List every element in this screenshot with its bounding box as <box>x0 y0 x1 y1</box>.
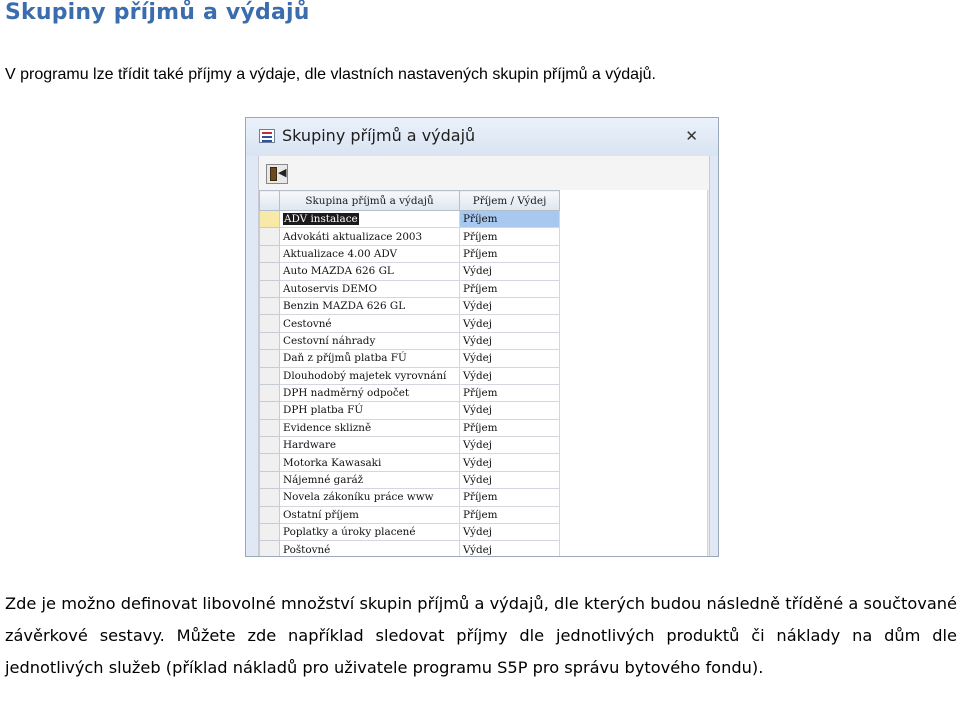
group-name-cell[interactable]: Motorka Kawasaki <box>279 453 460 472</box>
row-selector[interactable] <box>259 505 280 525</box>
screenshot-window: Skupiny příjmů a výdajů ✕ ◀ Skupina příj… <box>245 117 719 557</box>
row-selector[interactable] <box>259 296 280 316</box>
type-cell[interactable]: Příjem <box>459 244 560 264</box>
row-selector[interactable] <box>259 470 280 490</box>
row-selector[interactable] <box>259 523 280 542</box>
type-cell[interactable]: Výdej <box>459 296 560 316</box>
table-row[interactable]: DPH nadměrný odpočet Příjem <box>259 383 560 403</box>
table-row[interactable]: Cestovné Výdej <box>259 314 560 333</box>
row-selector[interactable] <box>259 366 280 385</box>
table-row[interactable]: DPH platba FÚ Výdej <box>259 401 560 420</box>
row-selector[interactable] <box>259 418 280 438</box>
row-selector[interactable] <box>259 227 280 246</box>
group-name-cell[interactable]: Evidence sklizně <box>279 418 460 438</box>
table-row[interactable]: Hardware Výdej <box>259 436 560 455</box>
group-name-cell[interactable]: Novela zákoníku práce www <box>279 488 460 507</box>
group-name-cell[interactable]: Benzin MAZDA 626 GL <box>279 296 460 316</box>
table-row[interactable]: ADV instalace Příjem <box>259 209 560 229</box>
table-row[interactable]: Poštovné Výdej <box>259 540 560 556</box>
table-row[interactable]: Advokáti aktualizace 2003 Příjem <box>259 227 560 246</box>
table-row[interactable]: Dlouhodobý majetek vyrovnání Výdej <box>259 366 560 385</box>
group-name-cell[interactable]: Autoservis DEMO <box>279 279 460 298</box>
type-cell[interactable]: Příjem <box>459 209 560 229</box>
type-cell[interactable]: Výdej <box>459 540 560 556</box>
type-cell[interactable]: Příjem <box>459 279 560 298</box>
group-name-cell[interactable]: Aktualizace 4.00 ADV <box>279 244 460 264</box>
exit-door-icon[interactable]: ◀ <box>266 164 288 184</box>
table-row[interactable]: Nájemné garáž Výdej <box>259 470 560 490</box>
group-name-cell[interactable]: DPH platba FÚ <box>279 401 460 420</box>
row-selector[interactable] <box>259 314 280 333</box>
row-selector[interactable] <box>259 349 280 368</box>
type-cell[interactable]: Výdej <box>459 262 560 281</box>
toolbar: ◀ <box>258 156 710 190</box>
group-name-cell[interactable]: ADV instalace <box>279 209 460 229</box>
select-all-cell[interactable] <box>259 190 280 211</box>
type-cell[interactable]: Výdej <box>459 331 560 351</box>
table-row[interactable]: Auto MAZDA 626 GL Výdej <box>259 262 560 281</box>
row-selector[interactable] <box>259 488 280 507</box>
column-header-type[interactable]: Příjem / Výdej <box>459 190 560 211</box>
group-name-cell[interactable]: Hardware <box>279 436 460 455</box>
table-row[interactable]: Ostatní příjem Příjem <box>259 505 560 525</box>
group-name-cell[interactable]: Poplatky a úroky placené <box>279 523 460 542</box>
type-cell[interactable]: Příjem <box>459 227 560 246</box>
vertical-scrollbar[interactable] <box>707 190 709 556</box>
column-header-group[interactable]: Skupina příjmů a výdajů <box>279 190 460 211</box>
table-row[interactable]: Cestovní náhrady Výdej <box>259 331 560 351</box>
row-selector[interactable] <box>259 244 280 264</box>
group-name-cell[interactable]: Dlouhodobý majetek vyrovnání <box>279 366 460 385</box>
row-selector[interactable] <box>259 540 280 556</box>
type-cell[interactable]: Výdej <box>459 436 560 455</box>
table-row[interactable]: Aktualizace 4.00 ADV Příjem <box>259 244 560 264</box>
group-name-cell[interactable]: Cestovní náhrady <box>279 331 460 351</box>
group-name-cell[interactable]: Advokáti aktualizace 2003 <box>279 227 460 246</box>
group-name-cell[interactable]: Nájemné garáž <box>279 470 460 490</box>
type-cell[interactable]: Příjem <box>459 488 560 507</box>
page-heading: Skupiny příjmů a výdajů <box>5 0 310 25</box>
table-row[interactable]: Autoservis DEMO Příjem <box>259 279 560 298</box>
row-selector[interactable] <box>259 209 280 229</box>
group-name-cell[interactable]: DPH nadměrný odpočet <box>279 383 460 403</box>
groups-table: Skupina příjmů a výdajů Příjem / Výdej A… <box>259 190 560 556</box>
datasheet: Skupina příjmů a výdajů Příjem / Výdej A… <box>258 190 710 556</box>
row-selector[interactable] <box>259 279 280 298</box>
body-paragraph: Zde je možno definovat libovolné množstv… <box>5 594 957 677</box>
group-name-cell[interactable]: Cestovné <box>279 314 460 333</box>
type-cell[interactable]: Příjem <box>459 383 560 403</box>
window-title: Skupiny příjmů a výdajů <box>282 126 476 145</box>
group-name-cell[interactable]: Ostatní příjem <box>279 505 460 525</box>
table-row[interactable]: Motorka Kawasaki Výdej <box>259 453 560 472</box>
row-selector[interactable] <box>259 331 280 351</box>
type-cell[interactable]: Výdej <box>459 314 560 333</box>
table-row[interactable]: Poplatky a úroky placené Výdej <box>259 523 560 542</box>
table-row[interactable]: Evidence sklizně Příjem <box>259 418 560 438</box>
form-icon <box>259 129 275 143</box>
row-selector[interactable] <box>259 383 280 403</box>
group-name-cell[interactable]: Auto MAZDA 626 GL <box>279 262 460 281</box>
row-selector[interactable] <box>259 401 280 420</box>
row-selector[interactable] <box>259 453 280 472</box>
table-row[interactable]: Novela zákoníku práce www Příjem <box>259 488 560 507</box>
type-cell[interactable]: Výdej <box>459 453 560 472</box>
table-header: Skupina příjmů a výdajů Příjem / Výdej <box>259 190 560 211</box>
type-cell[interactable]: Výdej <box>459 523 560 542</box>
type-cell[interactable]: Výdej <box>459 401 560 420</box>
group-name-cell[interactable]: Poštovné <box>279 540 460 556</box>
type-cell[interactable]: Příjem <box>459 418 560 438</box>
type-cell[interactable]: Výdej <box>459 349 560 368</box>
intro-text: V programu lze třídit také příjmy a výda… <box>5 66 656 83</box>
table-row[interactable]: Benzin MAZDA 626 GL Výdej <box>259 296 560 316</box>
group-name-cell[interactable]: Daň z příjmů platba FÚ <box>279 349 460 368</box>
window-titlebar: Skupiny příjmů a výdajů ✕ <box>246 118 718 156</box>
type-cell[interactable]: Příjem <box>459 505 560 525</box>
row-selector[interactable] <box>259 262 280 281</box>
close-icon[interactable]: ✕ <box>685 127 698 145</box>
type-cell[interactable]: Výdej <box>459 470 560 490</box>
type-cell[interactable]: Výdej <box>459 366 560 385</box>
row-selector[interactable] <box>259 436 280 455</box>
table-row[interactable]: Daň z příjmů platba FÚ Výdej <box>259 349 560 368</box>
